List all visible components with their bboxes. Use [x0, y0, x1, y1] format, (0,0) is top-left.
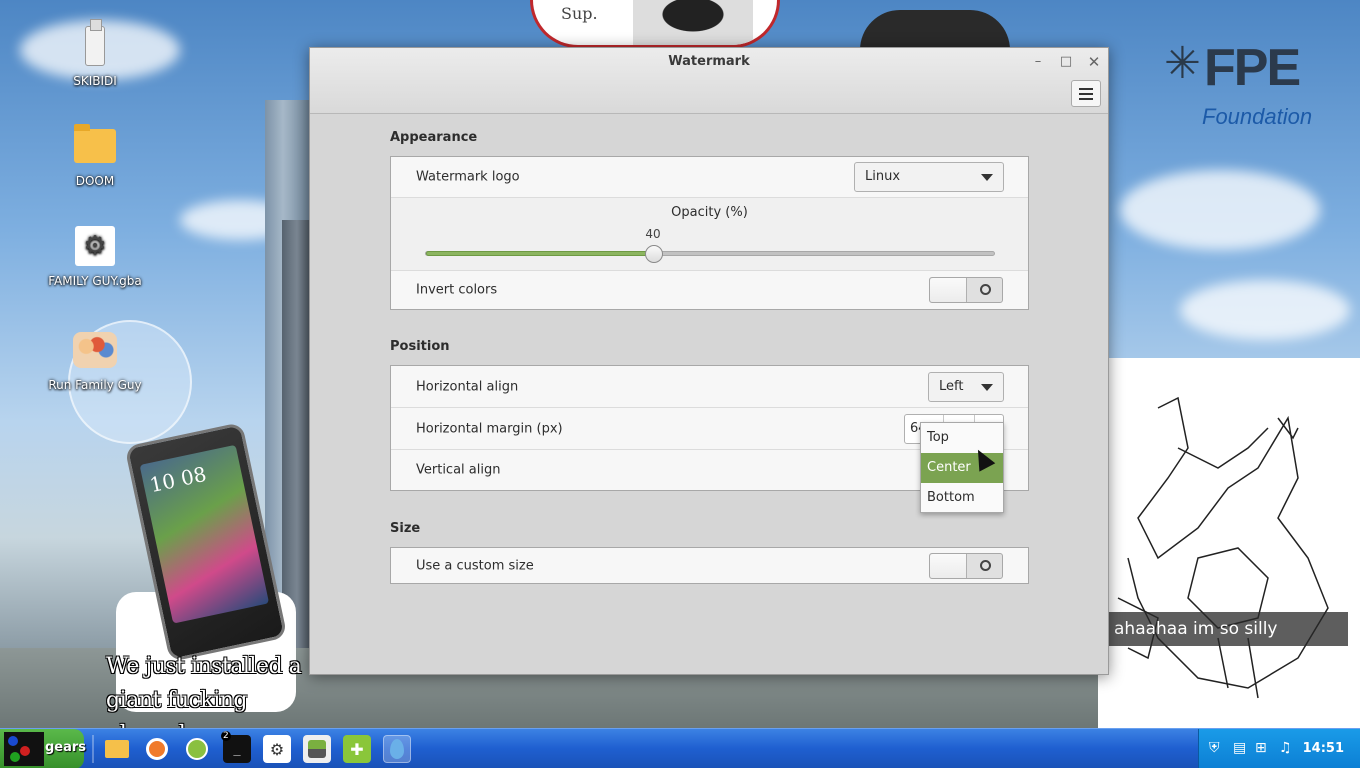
appearance-frame: Watermark logo Linux Opacity (%) 40 Inve…	[390, 156, 1029, 310]
section-title-position: Position	[390, 339, 450, 354]
network-icon[interactable]: ⊞	[1255, 740, 1267, 756]
option-top[interactable]: Top	[921, 423, 1003, 453]
watermark-app-icon[interactable]	[383, 735, 411, 763]
drawing-caption: ahaahaa im so silly	[1108, 612, 1348, 646]
horizontal-align-row: Horizontal align Left	[391, 366, 1028, 408]
custom-size-row: Use a custom size	[391, 548, 1028, 583]
folder-icon	[73, 124, 117, 168]
logo-sub-text: Foundation	[1202, 104, 1313, 129]
option-bottom[interactable]: Bottom	[921, 483, 1003, 513]
document-icon[interactable]: ▤	[1233, 740, 1246, 756]
invert-colors-label: Invert colors	[416, 282, 498, 298]
chevron-down-icon	[981, 383, 993, 391]
gear-file-icon: ⚙	[73, 224, 117, 268]
window-titlebar[interactable]: Watermark – □ ✕	[310, 48, 1108, 114]
section-title-appearance: Appearance	[390, 130, 478, 145]
chevron-down-icon	[981, 174, 993, 181]
scribble-drawing	[1098, 358, 1360, 728]
start-label: gears	[45, 740, 87, 755]
desktop-icon-run-family-guy[interactable]: Run Family Guy	[40, 328, 150, 392]
watermark-window: Watermark – □ ✕ Appearance Watermark log…	[309, 47, 1109, 675]
opacity-slider-handle[interactable]	[645, 245, 663, 263]
desktop-icon-label: FAMILY GUY.gba	[48, 274, 142, 288]
invert-colors-row: Invert colors	[391, 271, 1028, 309]
window-content: Appearance Watermark logo Linux Opacity …	[310, 115, 1108, 674]
taskbar: gears 2 _ ⚙ ✚ ⛨ ▤ ⊞ ♫ 14:51	[0, 728, 1360, 768]
custom-size-toggle[interactable]	[929, 552, 1003, 579]
shield-icon[interactable]: ⛨	[1209, 740, 1220, 756]
sunburst-icon: ✳	[1164, 38, 1201, 89]
start-button[interactable]: gears	[0, 729, 87, 768]
terminal-badge: 2	[221, 731, 231, 741]
watermark-logo-dropdown[interactable]: Linux	[854, 162, 1004, 192]
fpe-foundation-logo: ✳ FPE Foundation	[1160, 38, 1340, 138]
calculator-icon[interactable]	[183, 735, 211, 763]
watermark-logo-value: Linux	[865, 169, 901, 184]
opacity-value: 40	[645, 227, 661, 241]
phone-clock: 10 08	[139, 444, 270, 624]
file-manager-icon[interactable]	[103, 735, 131, 763]
control-panel-icon[interactable]	[303, 735, 331, 763]
system-tray: ⛨ ▤ ⊞ ♫ 14:51	[1198, 729, 1360, 768]
family-guy-icon	[73, 328, 117, 372]
size-frame: Use a custom size	[390, 547, 1029, 584]
firefox-icon[interactable]	[143, 735, 171, 763]
horizontal-margin-label: Horizontal margin (px)	[416, 421, 563, 436]
meme-text: Sup.	[561, 4, 598, 23]
sup-meme-image: Sup.	[530, 0, 780, 48]
desktop-icon-label: SKIBIDI	[73, 74, 117, 88]
phone-meme-image: 10 08 We just installed a giant fucking …	[106, 421, 306, 747]
off-indicator-icon	[980, 559, 991, 571]
watermark-logo-label: Watermark logo	[416, 169, 520, 185]
window-title: Watermark	[668, 54, 750, 69]
maximize-button[interactable]: □	[1056, 54, 1076, 70]
usb-drive-icon	[73, 19, 117, 68]
section-title-size: Size	[390, 521, 421, 536]
opacity-label: Opacity (%)	[671, 205, 748, 220]
puzzle-extensions-icon[interactable]: ✚	[343, 735, 371, 763]
logo-main-text: FPE	[1204, 39, 1301, 97]
desktop-icon-doom[interactable]: DOOM	[40, 124, 150, 188]
close-button[interactable]: ✕	[1084, 54, 1104, 70]
background-head-image	[860, 10, 1010, 50]
desktop-icon-family-guy-gba[interactable]: ⚙ FAMILY GUY.gba	[40, 224, 150, 288]
vertical-align-popup: Top Center Bottom	[920, 422, 1004, 513]
terminal-icon[interactable]: 2 _	[221, 731, 251, 763]
watermark-logo-row: Watermark logo Linux	[391, 157, 1028, 198]
opacity-slider[interactable]	[425, 245, 995, 263]
horizontal-align-label: Horizontal align	[416, 379, 519, 394]
horizontal-align-dropdown[interactable]: Left	[928, 371, 1004, 402]
clock[interactable]: 14:51	[1303, 741, 1344, 756]
desktop-icon-skibidi[interactable]: SKIBIDI	[40, 19, 150, 88]
hamburger-menu-icon[interactable]	[1071, 80, 1101, 107]
music-note-icon[interactable]: ♫	[1279, 740, 1292, 756]
caption-text: ahaahaa im so silly	[1114, 619, 1278, 639]
opacity-row: Opacity (%) 40	[391, 198, 1028, 271]
off-indicator-icon	[980, 284, 991, 295]
desktop-icon-label: DOOM	[75, 174, 115, 188]
start-logo-icon	[4, 732, 44, 766]
settings-gear-icon[interactable]: ⚙	[263, 735, 291, 763]
horizontal-align-value: Left	[939, 378, 964, 394]
custom-size-label: Use a custom size	[416, 558, 534, 573]
minimize-button[interactable]: –	[1028, 54, 1048, 70]
invert-colors-toggle[interactable]	[929, 277, 1003, 303]
opacity-slider-fill	[426, 251, 654, 256]
vertical-align-label: Vertical align	[416, 462, 501, 478]
desktop-icon-label: Run Family Guy	[48, 378, 142, 392]
